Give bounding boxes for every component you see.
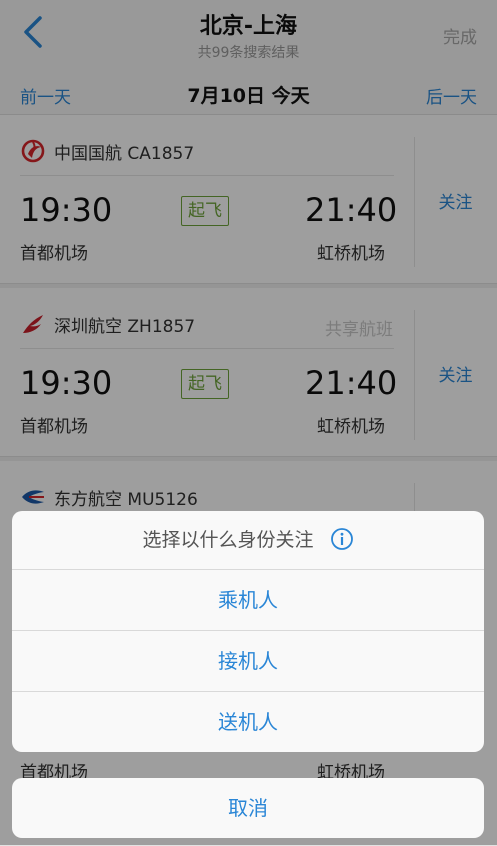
- option-passenger[interactable]: 乘机人: [12, 570, 484, 631]
- sheet-title: 选择以什么身份关注: [12, 511, 484, 570]
- option-dropoff[interactable]: 送机人: [12, 692, 484, 752]
- info-icon[interactable]: [330, 527, 354, 551]
- flight-search-screen: 北京-上海 共99条搜索结果 完成 前一天 7月10日 今天 后一天 中国国航 …: [0, 0, 497, 846]
- option-pickup[interactable]: 接机人: [12, 631, 484, 692]
- sheet-title-text: 选择以什么身份关注: [142, 529, 314, 551]
- cancel-button[interactable]: 取消: [12, 778, 484, 838]
- follow-identity-sheet: 选择以什么身份关注 乘机人 接机人 送机人: [12, 511, 484, 752]
